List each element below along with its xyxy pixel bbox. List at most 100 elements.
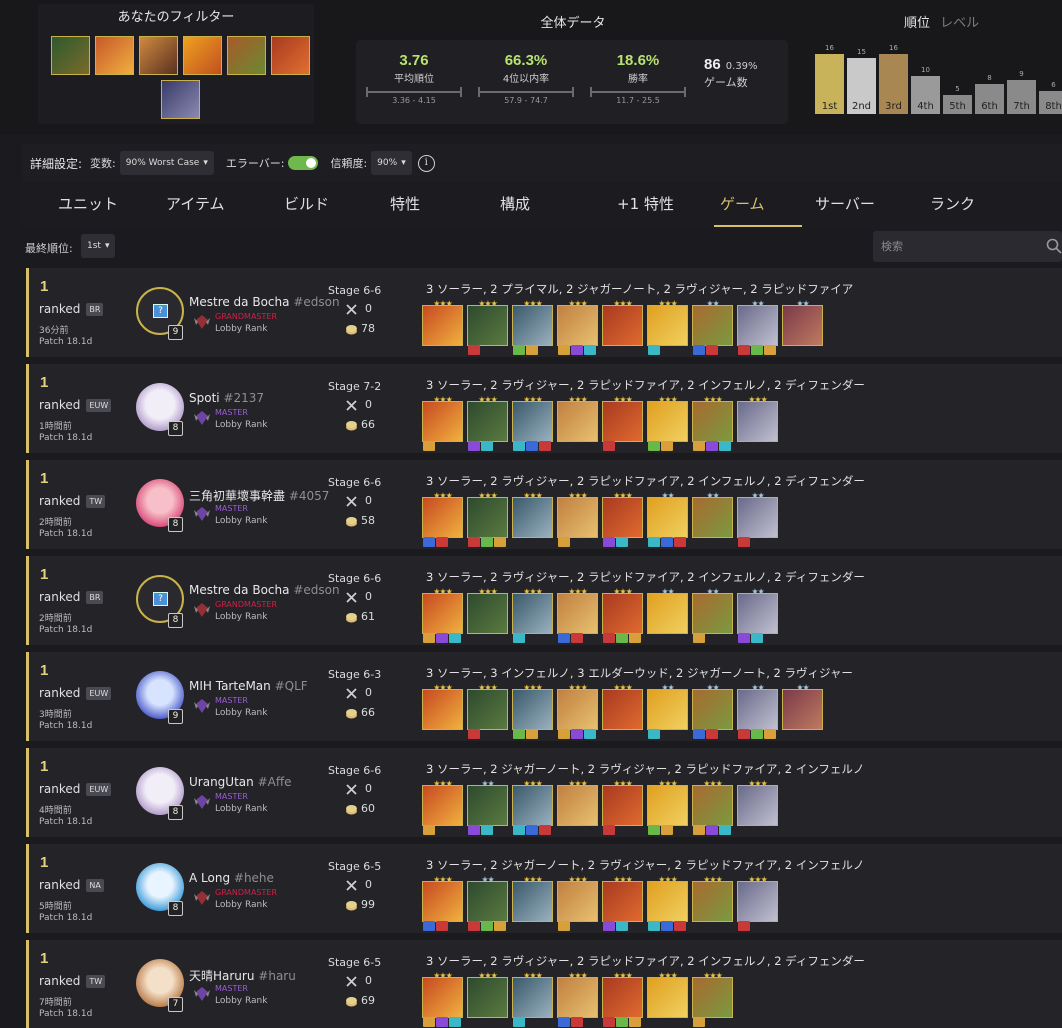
item-icon[interactable] <box>751 633 763 643</box>
item-icon[interactable] <box>423 825 435 835</box>
item-icon[interactable] <box>738 633 750 643</box>
item-icon[interactable] <box>558 633 570 643</box>
search-icon[interactable] <box>1046 238 1062 254</box>
item-icon[interactable] <box>693 633 705 643</box>
champion-unit[interactable]: ★★ <box>737 587 778 643</box>
item-icon[interactable] <box>558 921 570 931</box>
item-icon[interactable] <box>468 921 480 931</box>
champion-unit[interactable]: ★★ <box>647 683 688 739</box>
champion-unit[interactable]: ★★ <box>647 587 688 634</box>
item-icon[interactable] <box>571 633 583 643</box>
item-icon[interactable] <box>571 1017 583 1027</box>
champion-unit[interactable]: ★★★ <box>557 491 598 547</box>
game-row[interactable]: 1 ranked NA 5時間前 Patch 18.1d 8 A Long #he… <box>26 844 1062 933</box>
item-icon[interactable] <box>738 537 750 547</box>
champion-unit[interactable]: ★★★ <box>647 299 688 355</box>
tab-item[interactable]: アイテム <box>166 193 225 214</box>
game-row[interactable]: 1 ranked TW 2時間前 Patch 18.1d 8 三角初華壞事幹盡 #… <box>26 460 1062 549</box>
item-icon[interactable] <box>513 441 525 451</box>
item-icon[interactable] <box>436 921 448 931</box>
errorbar-toggle[interactable] <box>288 156 319 170</box>
champion-unit[interactable]: ★★★ <box>647 395 688 451</box>
champion-unit[interactable]: ★★★ <box>602 587 643 643</box>
champion-unit[interactable]: ★★★ <box>647 875 688 931</box>
item-icon[interactable] <box>584 729 596 739</box>
item-icon[interactable] <box>571 729 583 739</box>
champion-unit[interactable]: ★★★ <box>512 299 553 355</box>
champion-unit[interactable]: ★★★ <box>692 395 733 451</box>
tab-item[interactable]: ビルド <box>284 193 329 214</box>
champion-unit[interactable]: ★★★ <box>467 971 508 1018</box>
item-icon[interactable] <box>706 345 718 355</box>
item-icon[interactable] <box>648 345 660 355</box>
item-icon[interactable] <box>423 441 435 451</box>
champion-unit[interactable]: ★★★ <box>512 491 553 538</box>
item-icon[interactable] <box>423 921 435 931</box>
champion-unit[interactable]: ★★ <box>692 299 733 355</box>
game-row[interactable]: 1 ranked TW 7時間前 Patch 18.1d 7 天晴Haruru #… <box>26 940 1062 1028</box>
item-icon[interactable] <box>539 825 551 835</box>
tab-item[interactable]: +1 特性 <box>617 193 674 214</box>
item-icon[interactable] <box>674 537 686 547</box>
champion-unit[interactable]: ★★★ <box>557 875 598 931</box>
game-row[interactable]: 1 ranked EUW 4時間前 Patch 18.1d 8 UrangUtan… <box>26 748 1062 837</box>
item-icon[interactable] <box>449 633 461 643</box>
final-place-select[interactable]: 1st ▾ <box>81 234 116 258</box>
tab-item[interactable]: ユニット <box>58 193 118 214</box>
champion-filter-icon[interactable] <box>226 36 266 75</box>
item-icon[interactable] <box>436 1017 448 1027</box>
item-icon[interactable] <box>513 633 525 643</box>
champion-unit[interactable]: ★★★ <box>602 491 643 547</box>
champion-unit[interactable]: ★★★ <box>422 491 463 547</box>
tab-item[interactable]: サーバー <box>815 193 875 214</box>
champion-unit[interactable]: ★★★ <box>692 971 733 1027</box>
champion-unit[interactable]: ★★ <box>692 491 733 538</box>
champion-unit[interactable]: ★★★ <box>422 875 463 931</box>
champion-unit[interactable]: ★★ <box>692 587 733 643</box>
champion-unit[interactable]: ★★ <box>692 683 733 739</box>
item-icon[interactable] <box>481 537 493 547</box>
player-name[interactable]: MIH TarteMan #QLF <box>189 679 308 693</box>
item-icon[interactable] <box>481 825 493 835</box>
champion-unit[interactable]: ★★★ <box>737 875 778 931</box>
item-icon[interactable] <box>661 441 673 451</box>
item-icon[interactable] <box>629 633 641 643</box>
item-icon[interactable] <box>648 537 660 547</box>
item-icon[interactable] <box>468 441 480 451</box>
champion-unit[interactable]: ★★★ <box>422 299 463 346</box>
game-row[interactable]: 1 ranked BR 2時間前 Patch 18.1d ? 8 Mestre d… <box>26 556 1062 645</box>
item-icon[interactable] <box>648 825 660 835</box>
item-icon[interactable] <box>558 537 570 547</box>
item-icon[interactable] <box>513 825 525 835</box>
item-icon[interactable] <box>513 1017 525 1027</box>
champion-unit[interactable]: ★★★ <box>602 299 643 346</box>
champion-unit[interactable]: ★★ <box>737 491 778 547</box>
tab-item[interactable]: 構成 <box>500 193 530 214</box>
champion-filter-icon[interactable] <box>270 36 310 75</box>
item-icon[interactable] <box>693 345 705 355</box>
player-name[interactable]: Mestre da Bocha #edson <box>189 583 340 597</box>
champion-unit[interactable]: ★★ <box>782 683 823 730</box>
tab-item[interactable]: ランク <box>930 193 975 214</box>
champion-filter-icon[interactable] <box>160 80 200 119</box>
champion-unit[interactable]: ★★★ <box>737 395 778 442</box>
champion-unit[interactable]: ★★ <box>782 299 823 346</box>
item-icon[interactable] <box>648 921 660 931</box>
champion-unit[interactable]: ★★★ <box>557 971 598 1027</box>
variable-select[interactable]: 90% Worst Case ▾ <box>119 151 214 175</box>
item-icon[interactable] <box>436 633 448 643</box>
item-icon[interactable] <box>571 345 583 355</box>
champion-unit[interactable]: ★★★ <box>467 491 508 547</box>
champion-unit[interactable]: ★★★ <box>602 395 643 451</box>
item-icon[interactable] <box>719 441 731 451</box>
item-icon[interactable] <box>468 345 480 355</box>
item-icon[interactable] <box>603 921 615 931</box>
item-icon[interactable] <box>693 729 705 739</box>
item-icon[interactable] <box>661 537 673 547</box>
champion-unit[interactable]: ★★★ <box>557 587 598 643</box>
item-icon[interactable] <box>526 441 538 451</box>
champion-unit[interactable]: ★★★ <box>467 299 508 355</box>
champion-filter-icon[interactable] <box>50 36 90 75</box>
item-icon[interactable] <box>751 345 763 355</box>
champion-unit[interactable]: ★★★ <box>602 971 643 1027</box>
